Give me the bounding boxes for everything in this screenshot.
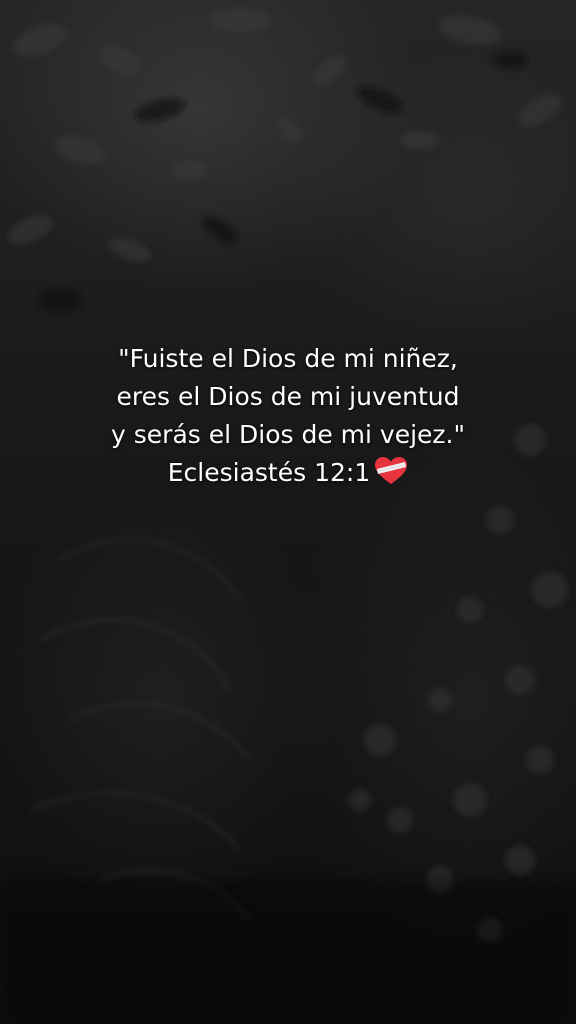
leaves-water-texture — [0, 8, 576, 1024]
background-photo: "Fuiste el Dios de mi niñez, eres el Dio… — [0, 0, 576, 1024]
quote-line-3: y serás el Dios de mi vejez." — [111, 420, 465, 449]
mending-heart-icon — [375, 457, 408, 484]
quote-line-1: "Fuiste el Dios de mi niñez, — [118, 344, 458, 373]
verse-reference-line: Eclesiastés 12:1 — [0, 454, 576, 492]
quote-caption: "Fuiste el Dios de mi niñez, eres el Dio… — [0, 340, 576, 492]
quote-line-2: eres el Dios de mi juventud — [116, 382, 460, 411]
verse-reference: Eclesiastés 12:1 — [167, 458, 371, 487]
